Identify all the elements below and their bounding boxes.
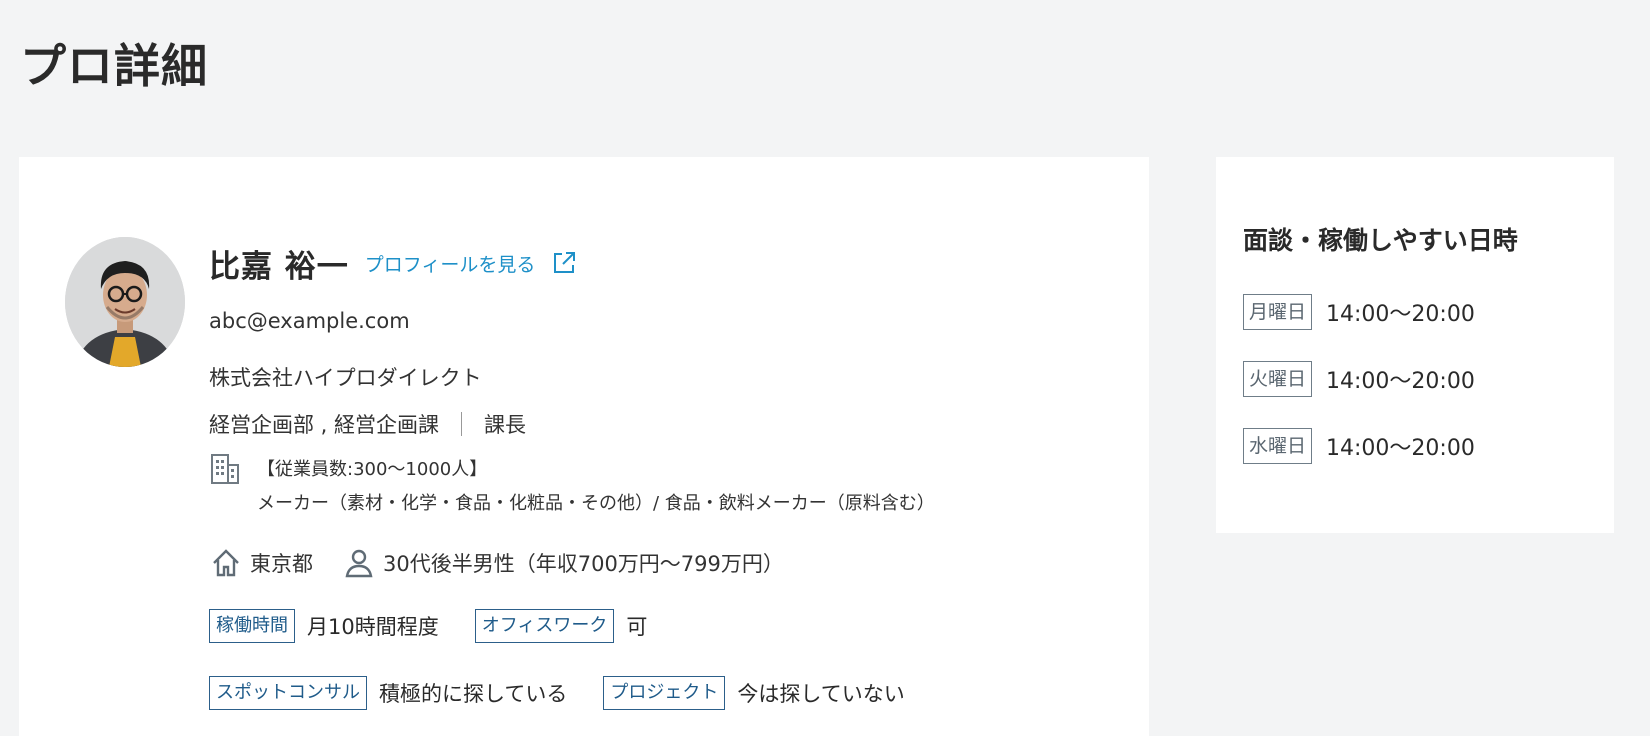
- tag-spot-consult-value: 積極的に探している: [379, 682, 568, 706]
- demographic: 30代後半男性（年収700万円〜799万円）: [383, 552, 784, 576]
- name-row: 比嘉 裕一 プロフィールを見る: [209, 243, 577, 285]
- email: abc@example.com: [209, 309, 410, 333]
- tag-project: プロジェクト: [603, 676, 726, 710]
- department: 経営企画部 , 経営企画課: [209, 413, 440, 437]
- position: 課長: [484, 413, 527, 437]
- person-icon: [345, 549, 373, 578]
- tag-project-value: 今は探していない: [737, 682, 905, 706]
- tag-work-hours-value: 月10時間程度: [307, 615, 439, 639]
- page-title: プロ詳細: [20, 39, 208, 93]
- schedule-row: 火曜日 14:00〜20:00: [1243, 361, 1475, 397]
- location-row: 東京都 30代後半男性（年収700万円〜799万円）: [210, 547, 784, 579]
- schedule-card: 面談・稼働しやすい日時 月曜日 14:00〜20:00 火曜日 14:00〜20…: [1216, 157, 1614, 533]
- pro-name: 比嘉 裕一: [209, 248, 349, 285]
- external-link-icon[interactable]: [551, 250, 577, 276]
- employee-count: 【従業員数:300〜1000人】: [257, 459, 488, 480]
- day-tag: 月曜日: [1243, 294, 1313, 330]
- tag-spot-consult: スポットコンサル: [209, 676, 367, 710]
- building-icon: [211, 454, 239, 484]
- tag-office-work: オフィスワーク: [474, 609, 615, 643]
- schedule-row: 水曜日 14:00〜20:00: [1243, 428, 1475, 464]
- schedule-title: 面談・稼働しやすい日時: [1243, 226, 1518, 255]
- day-tag: 水曜日: [1243, 428, 1313, 464]
- department-row: 経営企画部 , 経営企画課 課長: [209, 409, 526, 439]
- tag-row-2: スポットコンサル 積極的に探している プロジェクト 今は探していない: [209, 676, 905, 710]
- time-range: 14:00〜20:00: [1326, 436, 1475, 461]
- home-icon: [213, 549, 239, 577]
- schedule-row: 月曜日 14:00〜20:00: [1243, 294, 1475, 330]
- time-range: 14:00〜20:00: [1326, 369, 1475, 394]
- location: 東京都: [250, 552, 313, 576]
- avatar: [65, 237, 185, 367]
- company-name: 株式会社ハイプロダイレクト: [209, 366, 482, 390]
- day-tag: 火曜日: [1243, 361, 1313, 397]
- tag-row-1: 稼働時間 月10時間程度 オフィスワーク 可: [209, 609, 647, 643]
- tag-office-work-value: 可: [626, 615, 648, 639]
- industry: メーカー（素材・化学・食品・化粧品・その他）/ 食品・飲料メーカー（原料含む）: [257, 493, 935, 514]
- time-range: 14:00〜20:00: [1326, 302, 1475, 327]
- tag-work-hours: 稼働時間: [209, 609, 295, 643]
- pro-detail-card: 比嘉 裕一 プロフィールを見る abc@example.com 株式会社ハイプロ…: [19, 157, 1149, 736]
- divider: [461, 412, 463, 436]
- view-profile-link[interactable]: プロフィールを見る: [365, 250, 536, 277]
